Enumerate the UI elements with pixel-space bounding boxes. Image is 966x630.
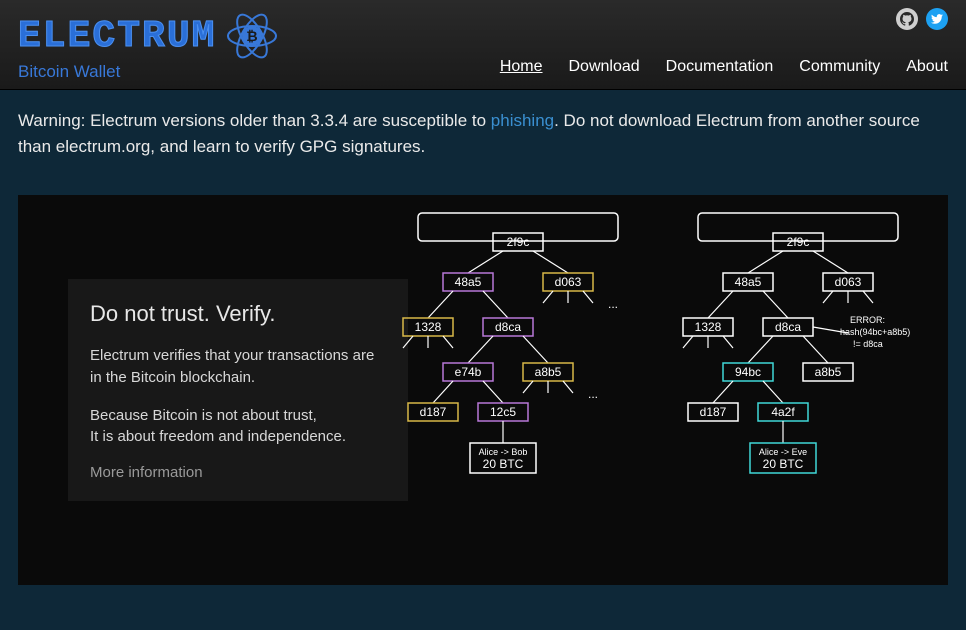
svg-text:20 BTC: 20 BTC	[483, 457, 524, 471]
github-icon[interactable]	[896, 8, 918, 30]
svg-text:...: ...	[608, 297, 618, 311]
svg-text:2f9c: 2f9c	[787, 235, 810, 249]
svg-text:₿: ₿	[247, 28, 258, 44]
logo-subtitle: Bitcoin Wallet	[18, 62, 280, 82]
nav-menu: Home Download Documentation Community Ab…	[500, 58, 948, 76]
svg-text:1328: 1328	[695, 320, 722, 334]
svg-text:20 BTC: 20 BTC	[763, 457, 804, 471]
nav-community[interactable]: Community	[799, 58, 880, 76]
svg-text:1328: 1328	[415, 320, 442, 334]
social-icons	[896, 8, 948, 30]
merkle-diagram: 2f9c 48a5 d063 ... 1328 d8ca e74b a8b5 .…	[388, 203, 938, 503]
logo-row: ELECTRUM ₿	[18, 8, 280, 64]
svg-text:e74b: e74b	[455, 365, 482, 379]
nav-download[interactable]: Download	[569, 58, 640, 76]
atom-bitcoin-icon: ₿	[224, 8, 280, 64]
header-right: Home Download Documentation Community Ab…	[500, 8, 948, 76]
nav-home[interactable]: Home	[500, 58, 543, 76]
svg-text:d063: d063	[555, 275, 582, 289]
svg-text:d187: d187	[420, 405, 447, 419]
logo-text: ELECTRUM	[18, 15, 216, 58]
more-info-link[interactable]: More information	[90, 464, 386, 481]
logo-area: ELECTRUM ₿ Bitcoin Wallet	[18, 8, 280, 82]
svg-text:Alice -> Bob: Alice -> Bob	[479, 447, 528, 457]
svg-text:4a2f: 4a2f	[771, 405, 795, 419]
hero-box: Do not trust. Verify. Electrum verifies …	[68, 279, 408, 501]
hero-p2: Because Bitcoin is not about trust, It i…	[90, 405, 386, 449]
svg-text:94bc: 94bc	[735, 365, 761, 379]
svg-text:48a5: 48a5	[735, 275, 762, 289]
nav-documentation[interactable]: Documentation	[666, 58, 774, 76]
svg-text:48a5: 48a5	[455, 275, 482, 289]
svg-text:d063: d063	[835, 275, 862, 289]
warning-text-pre: Warning: Electrum versions older than 3.…	[18, 111, 491, 130]
svg-text:d187: d187	[700, 405, 727, 419]
twitter-icon[interactable]	[926, 8, 948, 30]
svg-text:a8b5: a8b5	[815, 365, 842, 379]
phishing-link[interactable]: phishing	[491, 111, 554, 130]
nav-about[interactable]: About	[906, 58, 948, 76]
svg-text:!= d8ca: != d8ca	[853, 339, 883, 349]
header: ELECTRUM ₿ Bitcoin Wallet Home Download …	[0, 0, 966, 90]
svg-text:Alice -> Eve: Alice -> Eve	[759, 447, 807, 457]
svg-text:hash(94bc+a8b5): hash(94bc+a8b5)	[840, 327, 910, 337]
hero-section: Do not trust. Verify. Electrum verifies …	[18, 195, 948, 585]
hero-p1: Electrum verifies that your transactions…	[90, 345, 386, 389]
warning-banner: Warning: Electrum versions older than 3.…	[0, 90, 966, 181]
svg-text:a8b5: a8b5	[535, 365, 562, 379]
svg-text:12c5: 12c5	[490, 405, 516, 419]
svg-text:ERROR:: ERROR:	[850, 315, 885, 325]
svg-text:2f9c: 2f9c	[507, 235, 530, 249]
hero-title: Do not trust. Verify.	[90, 301, 386, 327]
svg-text:...: ...	[588, 387, 598, 401]
svg-text:d8ca: d8ca	[495, 320, 521, 334]
svg-text:d8ca: d8ca	[775, 320, 801, 334]
